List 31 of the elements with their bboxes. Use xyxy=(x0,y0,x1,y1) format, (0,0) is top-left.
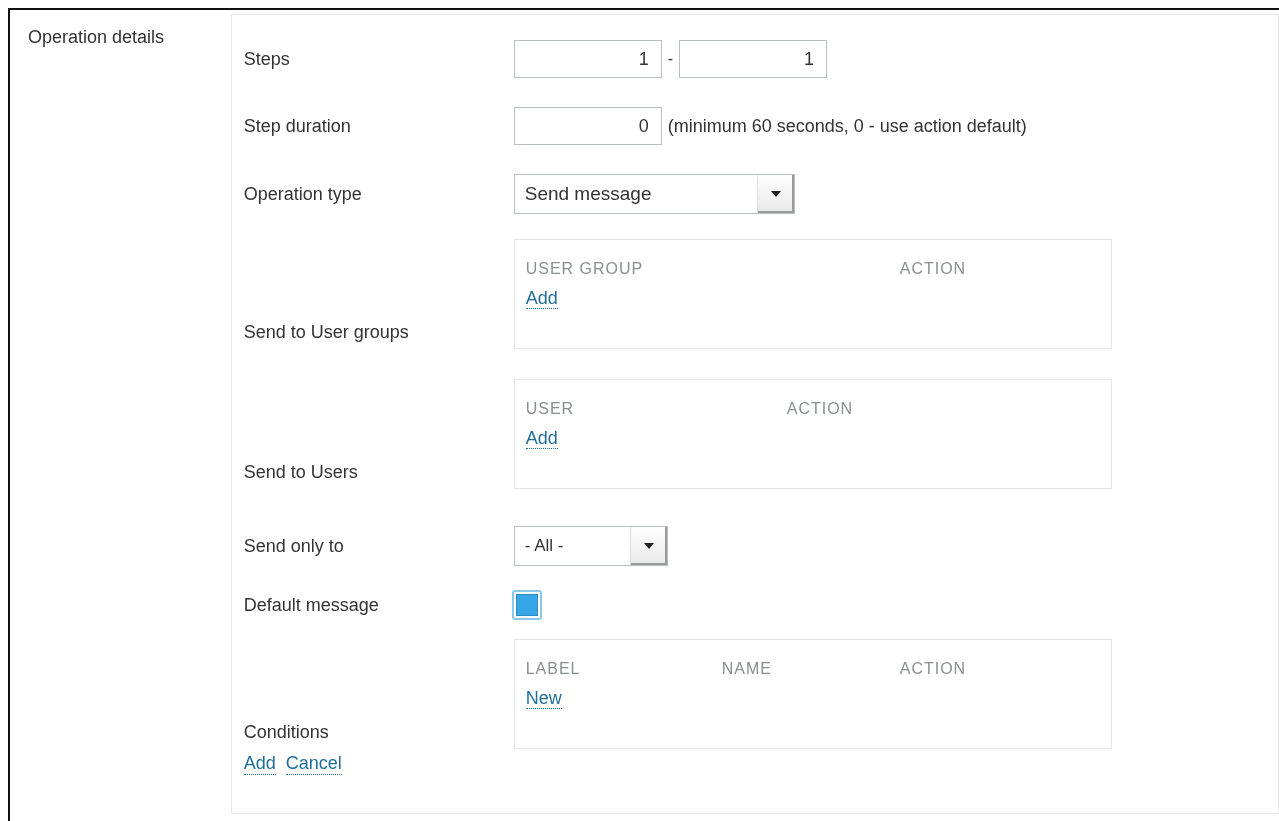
dropdown[interactable]: - All - xyxy=(513,526,668,566)
hint-text: (minimum 60 seconds, 0 - use action default) xyxy=(667,115,1027,137)
field-label: Send to Users xyxy=(243,462,359,484)
column-header: NAME xyxy=(721,660,773,678)
field-label: Steps xyxy=(243,48,291,70)
range-separator: - xyxy=(667,50,674,68)
duration-field[interactable]: 0 xyxy=(513,107,662,145)
field-label: Default message xyxy=(243,594,380,616)
column-header: ACTION xyxy=(899,660,968,678)
field-label: Send to User groups xyxy=(243,322,410,344)
field-label: Conditions xyxy=(243,722,330,744)
step-from-field[interactable]: 1 xyxy=(513,40,662,78)
dropdown[interactable]: Send message xyxy=(513,174,795,214)
table-link[interactable]: Add xyxy=(525,288,558,309)
table-link[interactable]: Add xyxy=(525,428,558,449)
field-label: Step duration xyxy=(243,115,352,137)
action-link[interactable]: Add xyxy=(243,753,276,775)
column-header: ACTION xyxy=(899,260,968,278)
checkbox[interactable] xyxy=(511,590,542,620)
column-header: USER xyxy=(525,400,576,418)
step-to-field[interactable]: 1 xyxy=(679,40,828,78)
column-header: USER GROUP xyxy=(525,260,645,278)
table-link[interactable]: New xyxy=(525,688,562,709)
column-header: LABEL xyxy=(525,660,582,678)
caret-icon xyxy=(643,543,654,549)
column-header: ACTION xyxy=(786,400,855,418)
action-link[interactable]: Cancel xyxy=(285,753,342,775)
field-label: Operation type xyxy=(243,183,363,205)
section-label: Operation details xyxy=(27,26,166,49)
field-label: Send only to xyxy=(243,535,345,557)
caret-icon xyxy=(770,191,781,197)
